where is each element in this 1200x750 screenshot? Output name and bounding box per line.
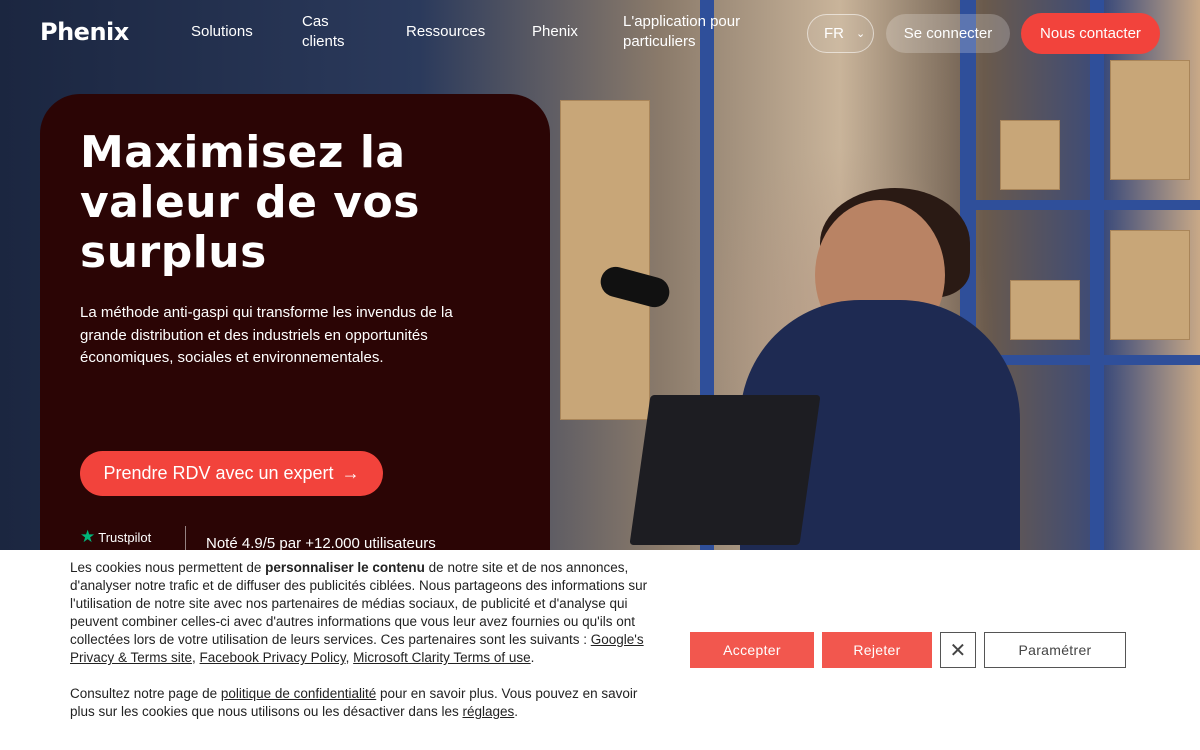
reject-cookies-button[interactable]: Rejeter bbox=[822, 632, 932, 668]
nav-phenix[interactable]: Phenix bbox=[532, 22, 578, 42]
book-expert-button[interactable]: Prendre RDV avec un expert → bbox=[80, 451, 383, 496]
separator: , bbox=[192, 650, 200, 665]
login-button[interactable]: Se connecter bbox=[886, 14, 1010, 53]
hero-headline: Maximisez la valeur de vos surplus bbox=[80, 127, 420, 278]
cookie-paragraph-1: Les cookies nous permettent de personnal… bbox=[70, 559, 650, 667]
close-icon[interactable]: ✕ bbox=[940, 632, 976, 668]
language-selector[interactable]: FR ⌄ bbox=[807, 14, 874, 53]
cookie-banner: Les cookies nous permettent de personnal… bbox=[0, 550, 1200, 750]
cookie-paragraph-2: Consultez notre page de politique de con… bbox=[70, 685, 650, 721]
chevron-down-icon: ⌄ bbox=[856, 28, 866, 40]
nav-solutions[interactable]: Solutions bbox=[191, 22, 253, 42]
trustpilot-label: Trustpilot bbox=[98, 529, 152, 545]
top-navigation: Phenix Solutions Cas clients Ressources … bbox=[0, 0, 1200, 70]
cookie-text: Les cookies nous permettent de personnal… bbox=[70, 559, 650, 721]
cta-label: Prendre RDV avec un expert bbox=[103, 463, 334, 483]
nav-application-particuliers[interactable]: L'application pour particuliers bbox=[623, 12, 763, 52]
cookie-text-segment: Les cookies nous permettent de bbox=[70, 560, 266, 575]
cookie-settings-button[interactable]: Paramétrer bbox=[984, 632, 1126, 668]
microsoft-clarity-link[interactable]: Microsoft Clarity Terms of use bbox=[353, 650, 531, 665]
separator: . bbox=[514, 704, 519, 719]
privacy-policy-link[interactable]: politique de confidentialité bbox=[221, 686, 376, 701]
cookie-bold-text: personnaliser le contenu bbox=[265, 560, 425, 575]
separator: . bbox=[530, 650, 535, 665]
nav-cas-clients[interactable]: Cas clients bbox=[302, 12, 362, 52]
phenix-logo[interactable]: Phenix bbox=[40, 18, 129, 46]
nav-ressources[interactable]: Ressources bbox=[406, 22, 485, 42]
accept-cookies-button[interactable]: Accepter bbox=[690, 632, 814, 668]
hero-subtitle: La méthode anti-gaspi qui transforme les… bbox=[80, 304, 453, 366]
language-label: FR bbox=[824, 25, 844, 42]
arrow-right-icon: → bbox=[341, 463, 360, 483]
cookie-settings-link[interactable]: réglages bbox=[462, 704, 514, 719]
separator: , bbox=[345, 650, 354, 665]
cookie-text-segment: Consultez notre page de bbox=[70, 686, 221, 701]
trustpilot-star-icon: ★ bbox=[80, 527, 96, 546]
facebook-privacy-link[interactable]: Facebook Privacy Policy bbox=[200, 650, 346, 665]
trustpilot-logo[interactable]: ★ Trustpilot bbox=[80, 527, 151, 547]
contact-button[interactable]: Nous contacter bbox=[1021, 13, 1160, 54]
